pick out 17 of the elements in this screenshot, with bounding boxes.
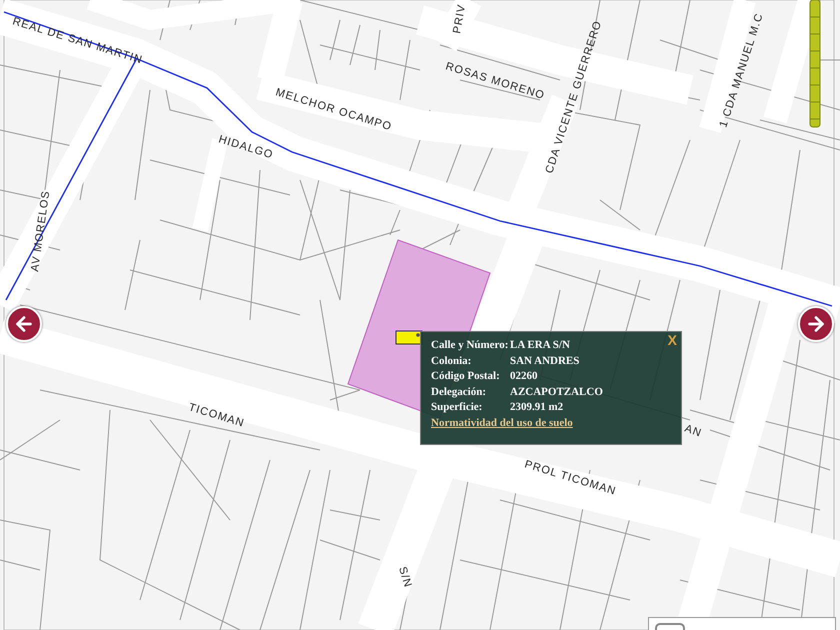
field-label: Colonia: <box>431 354 472 367</box>
field-label: Calle y Número: <box>431 339 510 352</box>
street-label: AV MORELOS <box>29 190 52 272</box>
field-value: 02260 <box>510 370 538 382</box>
street-label: S/N <box>396 565 414 590</box>
street-label: AN <box>682 422 704 440</box>
field-label: Superficie: <box>431 401 484 414</box>
close-button[interactable]: X <box>666 332 679 348</box>
field-value: SAN ANDRES <box>510 354 580 367</box>
land-use-link[interactable]: Normatividad del uso de suelo <box>431 416 573 428</box>
field-label: Delegación: <box>431 386 487 398</box>
field-value: 2309.91 m2 <box>510 401 564 414</box>
tag-marker-icon <box>396 330 422 344</box>
field-value: LA ERA S/N <box>510 339 571 352</box>
field-value: AZCAPOTZALCO <box>510 386 604 398</box>
field-label: Código Postal: <box>431 370 501 382</box>
street-label: PRIV <box>451 3 468 35</box>
